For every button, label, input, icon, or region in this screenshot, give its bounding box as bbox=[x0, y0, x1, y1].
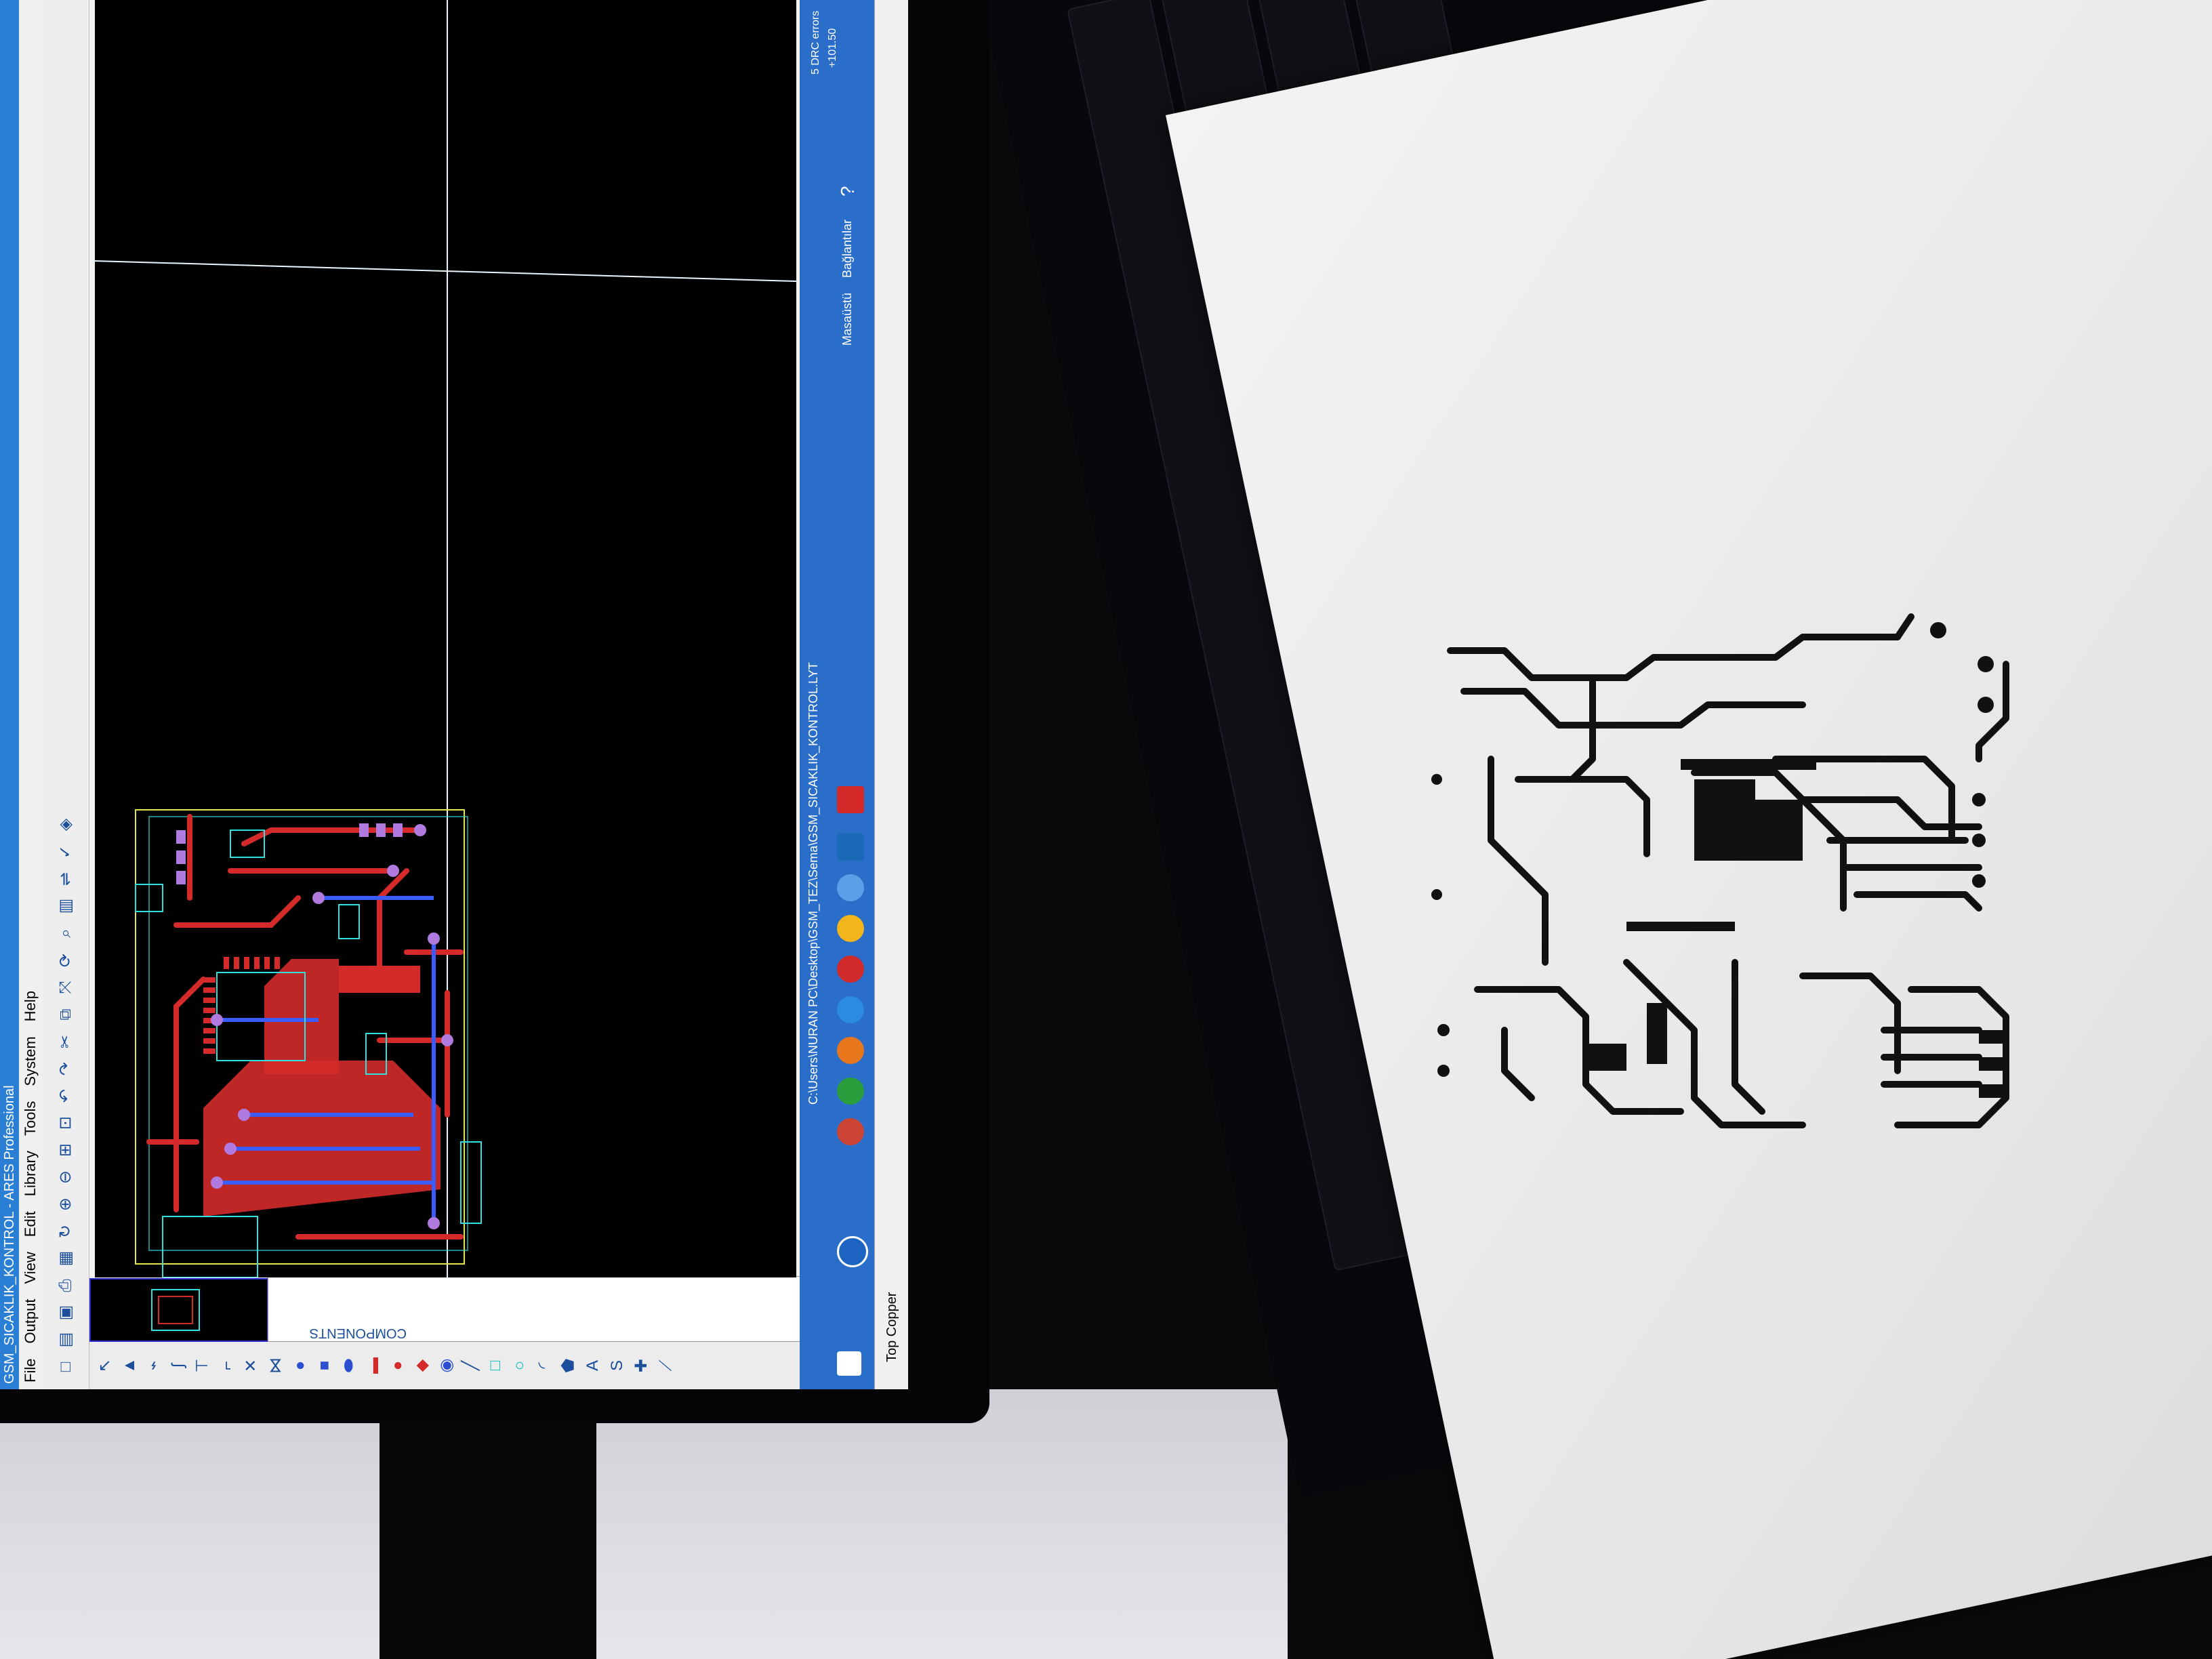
menu-edit[interactable]: Edit bbox=[19, 1211, 42, 1237]
menu-help[interactable]: Help bbox=[19, 991, 42, 1021]
overview-thumbnail bbox=[151, 1289, 200, 1331]
window-title: GSM_SICAKLIK_KONTROL - ARES Professional bbox=[0, 0, 19, 1389]
pcb-canvas[interactable] bbox=[94, 0, 797, 1278]
dil-pad-icon[interactable]: ⬬ bbox=[340, 1357, 358, 1374]
smt-pad-icon[interactable]: ● bbox=[388, 1357, 407, 1374]
2d-line-icon[interactable]: ╱ bbox=[462, 1357, 480, 1374]
photos-icon[interactable] bbox=[837, 1118, 864, 1145]
2d-marker-icon[interactable]: ✚ bbox=[632, 1357, 651, 1374]
ares-icon[interactable] bbox=[837, 786, 864, 813]
selection-mode-icon[interactable]: ↖ bbox=[96, 1357, 114, 1374]
components-label: COMPONENTS bbox=[309, 1326, 407, 1340]
refresh-icon[interactable]: ↻ bbox=[56, 1223, 75, 1240]
via-mode-icon[interactable]: ⊤ bbox=[193, 1357, 211, 1374]
connectivity-icon[interactable]: ⋈ bbox=[266, 1357, 285, 1374]
calculator-icon[interactable] bbox=[837, 874, 864, 901]
square-pad-icon[interactable]: ■ bbox=[315, 1357, 333, 1374]
drc-icon[interactable]: ✓ bbox=[56, 843, 75, 861]
ares-window: GSM_SICAKLIK_KONTROL - ARES Professional… bbox=[0, 0, 908, 1389]
copper-pour bbox=[203, 1061, 441, 1216]
monitor-stand bbox=[380, 1396, 596, 1659]
2d-text-icon[interactable]: A bbox=[583, 1357, 602, 1374]
menu-file[interactable]: File bbox=[19, 1359, 42, 1382]
block-move-icon[interactable]: ⤧ bbox=[56, 979, 75, 996]
store-icon[interactable] bbox=[837, 1078, 864, 1105]
help-icon[interactable]: ? bbox=[837, 186, 859, 197]
zoom-all-icon[interactable]: ⊞ bbox=[56, 1141, 75, 1159]
zoom-out-icon[interactable]: ⊖ bbox=[56, 1168, 75, 1186]
print-icon[interactable]: ⎙ bbox=[56, 1277, 75, 1294]
start-icon[interactable] bbox=[837, 1351, 861, 1376]
autoroute-icon[interactable]: ⇌ bbox=[56, 870, 75, 888]
drc-status[interactable]: 5 DRC errors bbox=[810, 11, 822, 75]
desk-surface bbox=[0, 1389, 1288, 1659]
menu-bar: File Output View Edit Library Tools Syst… bbox=[19, 0, 42, 1389]
photo-scene: hp bbox=[0, 0, 2212, 1659]
track-mode-icon[interactable]: ʃ bbox=[169, 1357, 187, 1374]
menu-output[interactable]: Output bbox=[19, 1299, 42, 1344]
edge-pad-icon[interactable]: ▬ bbox=[364, 1357, 382, 1374]
block-rotate-icon[interactable]: ⟳ bbox=[56, 951, 75, 969]
status-bar: Top Copper bbox=[874, 0, 908, 1389]
pick-part-icon[interactable]: ⌕ bbox=[56, 924, 75, 942]
chrome-icon[interactable] bbox=[837, 915, 864, 942]
menu-tools[interactable]: Tools bbox=[19, 1101, 42, 1136]
2d-arc-icon[interactable]: ◜ bbox=[535, 1357, 553, 1374]
grid-icon[interactable]: ▦ bbox=[56, 1250, 75, 1267]
hp-app-icon[interactable] bbox=[837, 1236, 868, 1267]
redo-icon[interactable]: ↷ bbox=[56, 1060, 75, 1078]
menu-system[interactable]: System bbox=[19, 1036, 42, 1086]
monitor-screen: GSM_SICAKLIK_KONTROL - ARES Professional… bbox=[0, 0, 908, 1389]
polygon-pad-icon[interactable]: ◆ bbox=[413, 1357, 431, 1374]
overview-window[interactable] bbox=[89, 1278, 268, 1342]
2d-symbol-icon[interactable]: S bbox=[608, 1357, 626, 1374]
zone-mode-icon[interactable]: ⌐ bbox=[218, 1357, 236, 1374]
make-package-icon[interactable]: ▥ bbox=[56, 897, 75, 915]
padstack-icon[interactable]: ◉ bbox=[437, 1357, 455, 1374]
2d-box-icon[interactable]: □ bbox=[486, 1357, 504, 1374]
links-label[interactable]: Bağlantılar bbox=[840, 220, 855, 278]
new-file-icon[interactable]: □ bbox=[56, 1358, 75, 1376]
layer-selector[interactable]: Top Copper bbox=[884, 1292, 899, 1362]
copy-icon[interactable]: ⧉ bbox=[56, 1006, 75, 1023]
windows-taskbar: C:\Users\NURAN PC\Desktop\GSM_TEZ\Sema\G… bbox=[800, 0, 874, 1389]
file-path-text: C:\Users\NURAN PC\Desktop\GSM_TEZ\Sema\G… bbox=[806, 662, 820, 1105]
2d-path-icon[interactable]: ⬟ bbox=[559, 1357, 577, 1374]
isis-icon[interactable] bbox=[837, 834, 864, 861]
edge-icon[interactable] bbox=[837, 996, 864, 1023]
zoom-in-icon[interactable]: ⊕ bbox=[56, 1195, 75, 1213]
mode-toolbar: ↖ ▲ ⌁ ʃ ⊤ ⌐ ✕ ⋈ ● ■ ⬬ ▬ ● ◆ ◉ ╱ □ ○ ◜ ⬟ bbox=[89, 1342, 889, 1389]
printed-pcb-artwork bbox=[1431, 613, 2009, 1128]
opera-icon[interactable] bbox=[837, 956, 864, 983]
open-folder-icon[interactable]: ▤ bbox=[56, 1331, 75, 1349]
cut-icon[interactable]: ✂ bbox=[56, 1033, 75, 1050]
undo-icon[interactable]: ↶ bbox=[56, 1087, 75, 1105]
zoom-area-icon[interactable]: ⊡ bbox=[56, 1114, 75, 1132]
cursor-vertical-line bbox=[94, 260, 797, 282]
dimension-icon[interactable]: ⟋ bbox=[657, 1357, 675, 1374]
firefox-icon[interactable] bbox=[837, 1037, 864, 1064]
menu-library[interactable]: Library bbox=[19, 1151, 42, 1196]
component-mode-icon[interactable]: ▲ bbox=[120, 1357, 138, 1374]
coordinate-readout: +101.50 bbox=[827, 28, 838, 68]
save-icon[interactable]: ▣ bbox=[56, 1304, 75, 1322]
round-pad-icon[interactable]: ● bbox=[291, 1357, 309, 1374]
main-toolbar: □ ▤ ▣ ⎙ ▦ ↻ ⊕ ⊖ ⊞ ⊡ ↶ ↷ ✂ ⧉ ⤧ ⟳ ⌕ ▥ ⇌ ✓ bbox=[42, 0, 89, 1389]
3d-view-icon[interactable]: ◈ bbox=[56, 816, 75, 834]
package-mode-icon[interactable]: ⌁ bbox=[144, 1357, 163, 1374]
desktop-label[interactable]: Masaüstü bbox=[840, 293, 855, 346]
pcb-drawing bbox=[94, 0, 797, 1278]
2d-circle-icon[interactable]: ○ bbox=[510, 1357, 529, 1374]
ratsnest-mode-icon[interactable]: ✕ bbox=[242, 1357, 260, 1374]
menu-view[interactable]: View bbox=[19, 1252, 42, 1284]
